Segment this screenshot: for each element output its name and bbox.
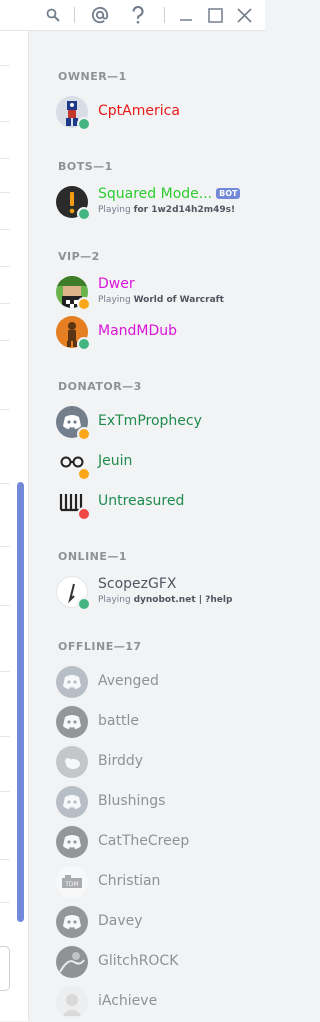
member-name: Christian <box>98 873 161 889</box>
status-online-indicator <box>77 597 91 611</box>
help-icon[interactable] <box>127 4 149 26</box>
member-name: Davey <box>98 913 143 929</box>
title-toolbar <box>0 0 265 31</box>
member-catthecreep[interactable]: CatTheCreep <box>56 826 256 862</box>
member-dwer[interactable]: Dwer Playing World of Warcraft <box>56 276 256 312</box>
member-christian[interactable]: TDM Christian <box>56 866 256 902</box>
member-davey[interactable]: Davey <box>56 906 256 942</box>
activity-status: Playing for 1w2d14h2m49s! <box>98 205 236 215</box>
avatar <box>56 986 88 1018</box>
member-squared-mode[interactable]: Squared Mode... BOT Playing for 1w2d14h2m… <box>56 186 256 222</box>
member-mandmdub[interactable]: MandMDub <box>56 316 256 352</box>
maximize-icon[interactable] <box>204 4 226 26</box>
status-idle-indicator <box>77 467 91 481</box>
member-name: iAchieve <box>98 993 158 1009</box>
role-header-online: ONLINE—1 <box>58 550 128 563</box>
status-idle-indicator <box>77 427 91 441</box>
role-header-owner: OWNER—1 <box>58 70 127 83</box>
svg-text:TDM: TDM <box>64 881 78 888</box>
status-idle-indicator <box>77 297 91 311</box>
avatar <box>56 666 88 698</box>
member-name: Birddy <box>98 753 144 769</box>
member-jeuin[interactable]: Jeuin <box>56 446 256 482</box>
member-battle[interactable]: battle <box>56 706 256 742</box>
minimize-icon[interactable] <box>175 4 197 26</box>
avatar <box>56 706 88 738</box>
avatar <box>56 446 91 481</box>
member-scopezgfx[interactable]: ScopezGFX Playing dynobot.net | ?help <box>56 576 256 612</box>
avatar <box>56 906 88 938</box>
avatar <box>56 316 91 351</box>
member-name: Dwer <box>98 276 135 292</box>
role-header-bots: BOTS—1 <box>58 160 113 173</box>
close-icon[interactable] <box>233 4 255 26</box>
role-header-vip: VIP—2 <box>58 250 100 263</box>
avatar <box>56 276 91 311</box>
member-name: Untreasured <box>98 493 185 509</box>
member-glitchrock[interactable]: GlitchROCK <box>56 946 256 982</box>
member-name: CatTheCreep <box>98 833 190 849</box>
avatar <box>56 746 88 778</box>
avatar <box>56 576 91 611</box>
chat-scrollbar-thumb[interactable] <box>17 482 24 922</box>
member-birddy[interactable]: Birddy <box>56 746 256 782</box>
bot-badge: BOT <box>216 188 241 199</box>
role-header-offline: OFFLINE—17 <box>58 640 142 653</box>
message-input-edge[interactable] <box>0 946 10 991</box>
avatar <box>56 946 88 978</box>
activity-status: Playing dynobot.net | ?help <box>98 595 233 605</box>
member-name: Squared Mode... BOT <box>98 186 241 202</box>
avatar <box>56 186 91 221</box>
chat-panel-edge <box>0 31 29 1021</box>
member-untreasured[interactable]: Untreasured <box>56 486 256 522</box>
avatar <box>56 96 91 131</box>
member-name: battle <box>98 713 139 729</box>
member-blushings[interactable]: Blushings <box>56 786 256 822</box>
activity-status: Playing World of Warcraft <box>98 295 224 305</box>
status-online-indicator <box>77 207 91 221</box>
member-cptamerica[interactable]: CptAmerica <box>56 96 256 132</box>
member-name: Blushings <box>98 793 166 809</box>
avatar: TDM <box>56 866 88 898</box>
member-avenged[interactable]: Avenged <box>56 666 256 702</box>
toolbar-divider <box>164 7 165 23</box>
member-name: Avenged <box>98 673 159 689</box>
avatar <box>56 486 91 521</box>
role-header-donator: DONATOR—3 <box>58 380 142 393</box>
toolbar-divider <box>74 7 75 23</box>
avatar <box>56 826 88 858</box>
avatar <box>56 786 88 818</box>
member-iachieve[interactable]: iAchieve <box>56 986 256 1022</box>
member-name: CptAmerica <box>98 103 180 119</box>
member-name: MandMDub <box>98 323 178 339</box>
member-name: ExTmProphecy <box>98 413 202 429</box>
member-name: ScopezGFX <box>98 576 177 592</box>
at-mention-icon[interactable] <box>88 4 112 26</box>
status-dnd-indicator <box>77 507 91 521</box>
member-extmprophecy[interactable]: ExTmProphecy <box>56 406 256 442</box>
member-name: GlitchROCK <box>98 953 179 969</box>
avatar <box>56 406 91 441</box>
status-online-indicator <box>77 117 91 131</box>
status-online-indicator <box>77 337 91 351</box>
member-name: Jeuin <box>98 453 133 469</box>
search-icon[interactable] <box>42 4 64 26</box>
